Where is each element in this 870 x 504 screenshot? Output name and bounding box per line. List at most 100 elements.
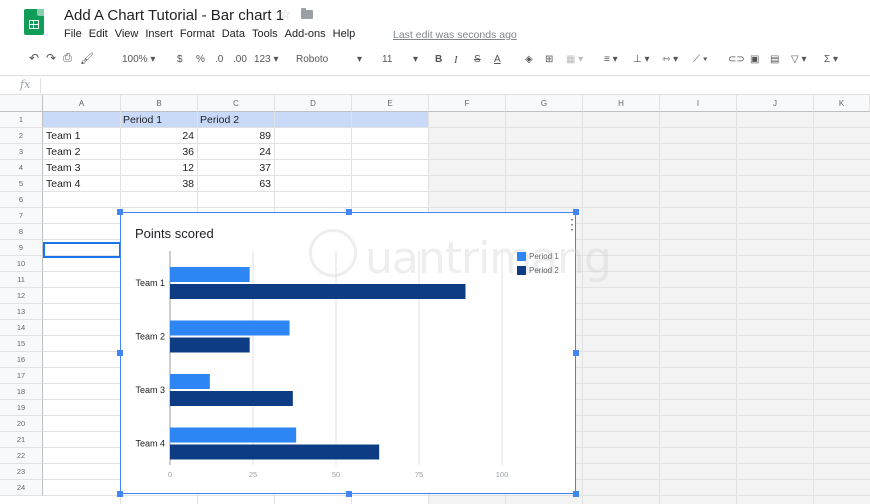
decrease-decimal-button[interactable]: .0 bbox=[215, 54, 223, 65]
font-select[interactable]: Roboto bbox=[296, 54, 328, 65]
row-header-9[interactable]: 9 bbox=[0, 240, 43, 256]
cell-b1[interactable]: Period 1 bbox=[123, 112, 197, 128]
row-header-21[interactable]: 21 bbox=[0, 432, 43, 448]
row-header-2[interactable]: 2 bbox=[0, 128, 43, 144]
text-rotation-icon[interactable]: ⟋ ▾ bbox=[693, 54, 708, 65]
borders-icon[interactable]: ⊞ bbox=[545, 54, 553, 65]
row-header-23[interactable]: 23 bbox=[0, 464, 43, 480]
font-select-chevron-icon[interactable]: ▾ bbox=[357, 54, 362, 65]
menu-view[interactable]: View bbox=[115, 28, 139, 40]
row-header-22[interactable]: 22 bbox=[0, 448, 43, 464]
text-wrap-icon[interactable]: ⇿ ▾ bbox=[662, 54, 678, 65]
cell-b5[interactable]: 38 bbox=[121, 176, 196, 192]
cell-b3[interactable]: 36 bbox=[121, 144, 196, 160]
row-header-18[interactable]: 18 bbox=[0, 384, 43, 400]
resize-handle-right[interactable] bbox=[573, 350, 579, 356]
cell-a3[interactable]: Team 2 bbox=[46, 144, 118, 160]
zoom-select[interactable]: 100% ▾ bbox=[122, 54, 155, 65]
resize-handle-top-left[interactable] bbox=[117, 209, 123, 215]
row-header-13[interactable]: 13 bbox=[0, 304, 43, 320]
star-icon[interactable]: ☆ bbox=[279, 6, 292, 23]
font-size-select[interactable]: 11 bbox=[382, 54, 392, 65]
menu-insert[interactable]: Insert bbox=[145, 28, 173, 40]
resize-handle-bottom-right[interactable] bbox=[573, 491, 579, 497]
menu-data[interactable]: Data bbox=[222, 28, 245, 40]
bar-team-4-period-1[interactable] bbox=[170, 427, 297, 443]
comment-icon[interactable]: ▣ bbox=[750, 54, 759, 65]
merge-cells-icon[interactable]: ▦ ▾ bbox=[566, 54, 583, 65]
cell-a5[interactable]: Team 4 bbox=[46, 176, 118, 192]
resize-handle-bottom[interactable] bbox=[346, 491, 352, 497]
link-icon[interactable]: ⊂⊃ bbox=[728, 54, 745, 65]
row-header-3[interactable]: 3 bbox=[0, 144, 43, 160]
print-icon[interactable]: ⎙ bbox=[63, 52, 72, 65]
horizontal-align-icon[interactable]: ≡ ▾ bbox=[604, 54, 618, 65]
menu-format[interactable]: Format bbox=[180, 28, 215, 40]
text-color-button[interactable]: A bbox=[494, 54, 501, 65]
row-header-24[interactable]: 24 bbox=[0, 480, 43, 496]
selected-cell-a9[interactable] bbox=[43, 242, 121, 258]
resize-handle-top-right[interactable] bbox=[573, 209, 579, 215]
column-header-f[interactable]: F bbox=[429, 95, 506, 112]
cell-b2[interactable]: 24 bbox=[121, 128, 196, 144]
embedded-chart[interactable]: uantrimang 0 25 50 75 100 Team 1 Team 2 Team 3T… bbox=[117, 209, 612, 497]
select-all-corner[interactable] bbox=[0, 95, 43, 112]
column-header-a[interactable]: A bbox=[43, 95, 121, 112]
strikethrough-button[interactable]: S bbox=[474, 54, 481, 65]
bar-team-2-period-2[interactable] bbox=[170, 337, 250, 353]
italic-button[interactable]: I bbox=[454, 54, 458, 66]
currency-button[interactable]: $ bbox=[177, 54, 183, 65]
document-title[interactable]: Add A Chart Tutorial - Bar chart 1 bbox=[64, 7, 284, 24]
row-header-15[interactable]: 15 bbox=[0, 336, 43, 352]
row-header-14[interactable]: 14 bbox=[0, 320, 43, 336]
row-header-4[interactable]: 4 bbox=[0, 160, 43, 176]
row-header-17[interactable]: 17 bbox=[0, 368, 43, 384]
column-header-i[interactable]: I bbox=[660, 95, 737, 112]
bar-team-3-period-1[interactable] bbox=[170, 374, 210, 389]
increase-decimal-button[interactable]: .00 bbox=[233, 54, 247, 65]
row-header-11[interactable]: 11 bbox=[0, 272, 43, 288]
cell-a2[interactable]: Team 1 bbox=[46, 128, 118, 144]
bar-team-2-period-1[interactable] bbox=[170, 320, 290, 336]
last-edit-status[interactable]: Last edit was seconds ago bbox=[393, 29, 517, 41]
column-header-h[interactable]: H bbox=[583, 95, 660, 112]
sheets-logo-icon[interactable] bbox=[24, 9, 44, 35]
font-size-chevron-icon[interactable]: ▾ bbox=[413, 54, 418, 65]
percent-button[interactable]: % bbox=[196, 54, 205, 65]
row-header-16[interactable]: 16 bbox=[0, 352, 43, 368]
fill-color-icon[interactable]: ◈ bbox=[525, 54, 533, 65]
paint-format-icon[interactable]: 🖌︎ bbox=[80, 52, 94, 65]
menu-edit[interactable]: Edit bbox=[89, 28, 108, 40]
cell-b4[interactable]: 12 bbox=[121, 160, 196, 176]
more-formats-button[interactable]: 123 ▾ bbox=[254, 54, 279, 65]
cell-c5[interactable]: 63 bbox=[198, 176, 273, 192]
row-header-7[interactable]: 7 bbox=[0, 208, 43, 224]
cell-a4[interactable]: Team 3 bbox=[46, 160, 118, 176]
undo-icon[interactable]: ↶ bbox=[29, 51, 39, 65]
redo-icon[interactable]: ↷ bbox=[46, 51, 56, 65]
menu-help[interactable]: Help bbox=[333, 28, 356, 40]
cell-c4[interactable]: 37 bbox=[198, 160, 273, 176]
bar-team-4-period-2[interactable] bbox=[170, 444, 380, 460]
resize-handle-top[interactable] bbox=[346, 209, 352, 215]
cell-c1[interactable]: Period 2 bbox=[200, 112, 274, 128]
chart-icon[interactable]: ▤ bbox=[770, 54, 779, 65]
row-header-1[interactable]: 1 bbox=[0, 112, 43, 128]
menu-tools[interactable]: Tools bbox=[252, 28, 278, 40]
column-header-c[interactable]: C bbox=[198, 95, 275, 112]
formula-bar[interactable]: fx bbox=[0, 76, 870, 95]
bar-team-1-period-1[interactable] bbox=[170, 267, 250, 282]
row-header-19[interactable]: 19 bbox=[0, 400, 43, 416]
menu-file[interactable]: File bbox=[64, 28, 82, 40]
row-header-12[interactable]: 12 bbox=[0, 288, 43, 304]
bold-button[interactable]: B bbox=[435, 54, 442, 65]
chart-legend[interactable]: Period 1 Period 2 bbox=[517, 249, 559, 277]
column-header-e[interactable]: E bbox=[352, 95, 429, 112]
functions-button[interactable]: Σ ▾ bbox=[824, 54, 838, 65]
chart-more-options-icon[interactable]: ⋮ bbox=[565, 217, 579, 231]
resize-handle-left[interactable] bbox=[117, 350, 123, 356]
row-header-20[interactable]: 20 bbox=[0, 416, 43, 432]
row-header-10[interactable]: 10 bbox=[0, 256, 43, 272]
row-header-5[interactable]: 5 bbox=[0, 176, 43, 192]
column-header-g[interactable]: G bbox=[506, 95, 583, 112]
